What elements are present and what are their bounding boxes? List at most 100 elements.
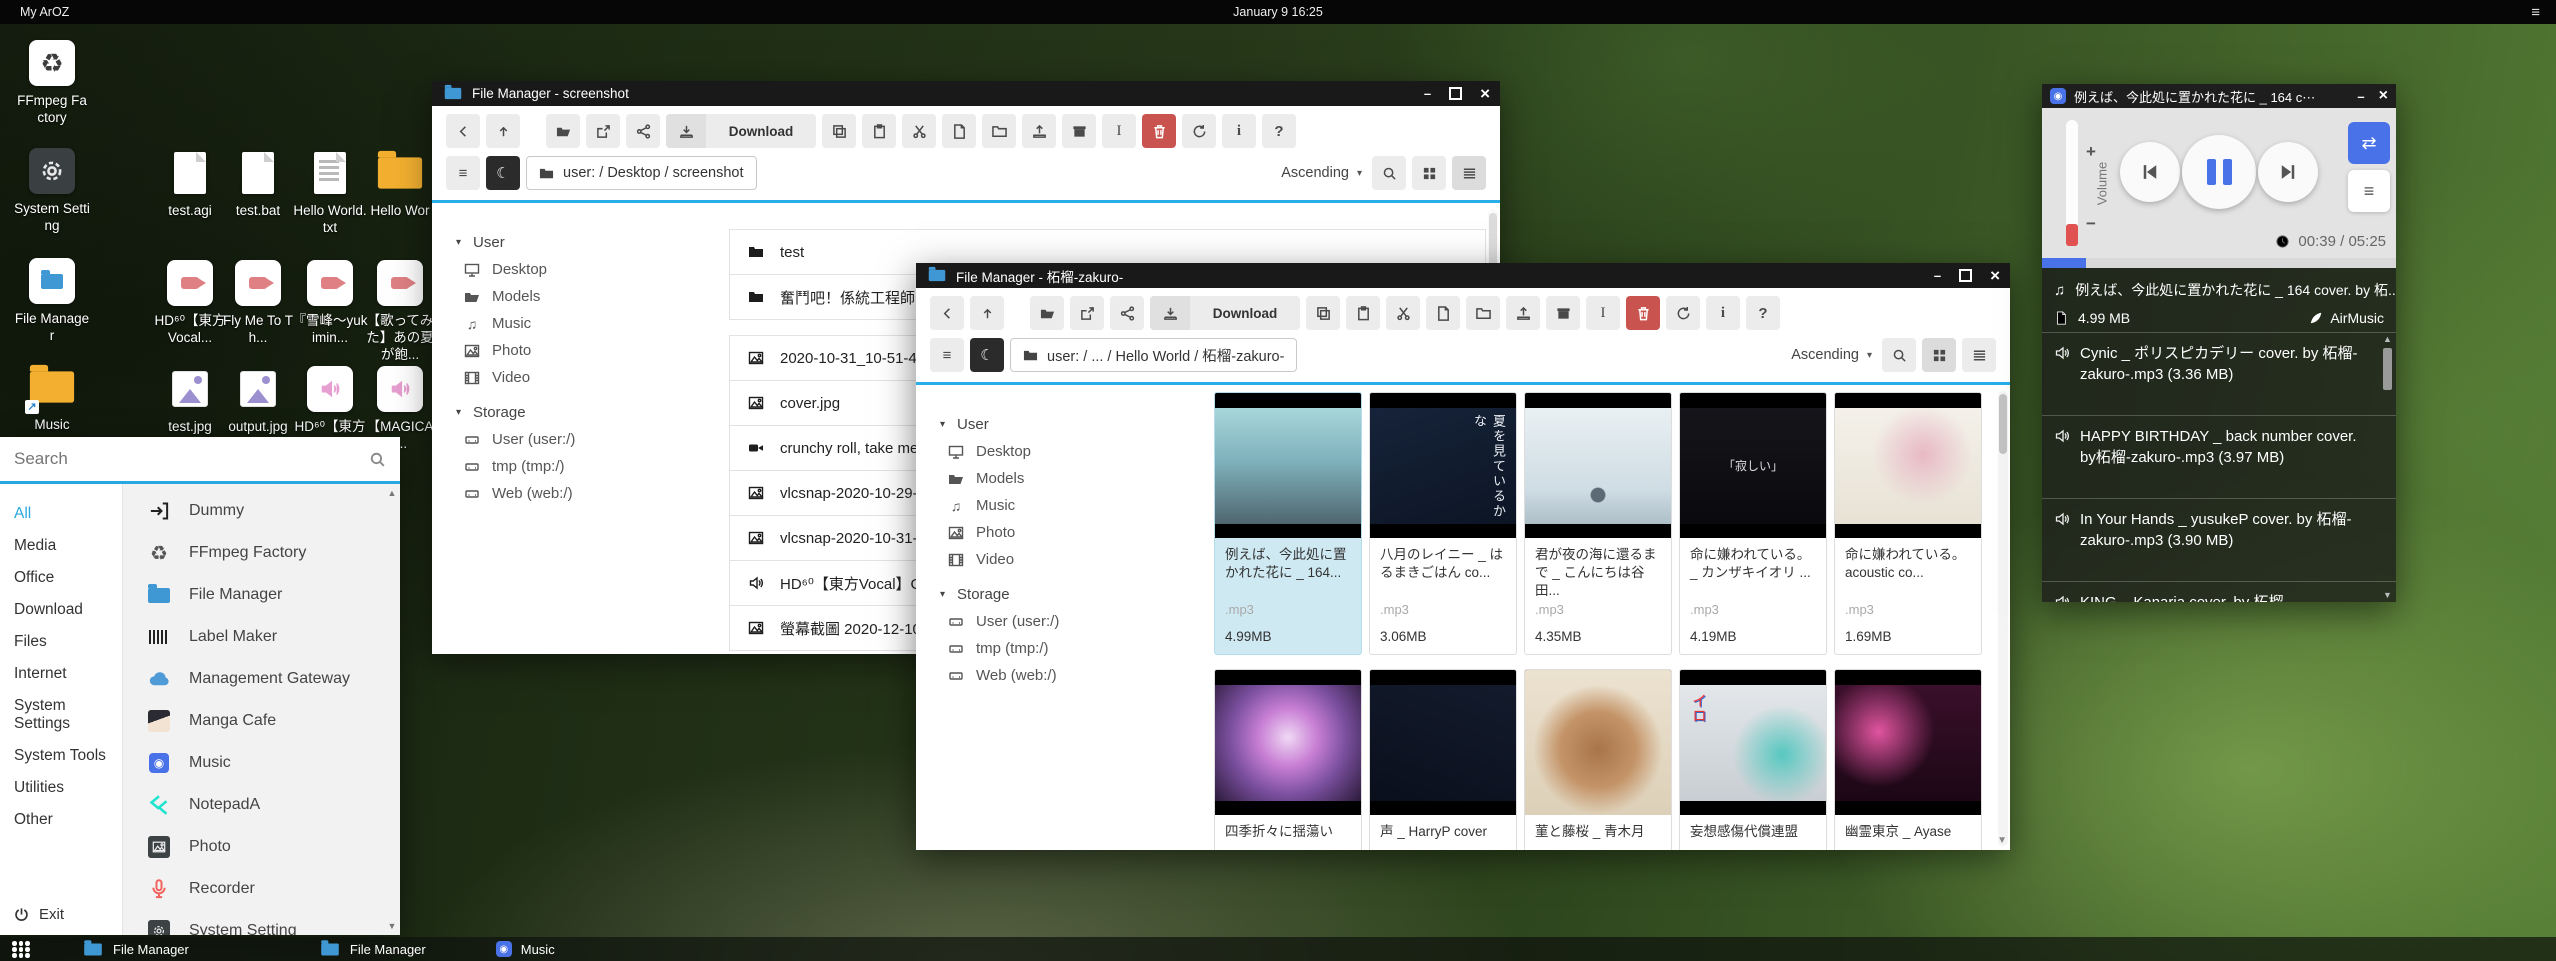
list-view-button[interactable] [1962,338,1996,372]
app-item-dummy[interactable]: Dummy [123,490,400,532]
exit-button[interactable]: Exit [14,906,64,923]
open-button[interactable] [546,114,580,148]
file-card-selected[interactable]: 例えば、今此処に置かれた花に _ 164... .mp3 4.99MB [1214,392,1362,655]
app-item-recorder[interactable]: Recorder [123,868,400,910]
close-icon[interactable]: × [1990,266,2000,286]
copy-button[interactable] [1306,296,1340,330]
app-item-manga-cafe[interactable]: Manga Cafe [123,700,400,742]
category-files[interactable]: Files [0,626,122,658]
app-item-label-maker[interactable]: Label Maker [123,616,400,658]
app-list-scrollbar[interactable]: ▲▼ [386,488,398,931]
desktop-icon-test-agi[interactable]: test.agi [152,150,228,219]
desktop-icon-ffmpeg-factory[interactable]: ♻ FFmpeg Factory [14,40,90,126]
playlist-track[interactable]: KING _ Kanaria cover. by 柘榴-zakuro-.mp3 … [2042,581,2396,602]
category-media[interactable]: Media [0,530,122,562]
menu-button[interactable]: ≡ [446,156,480,190]
app-item-notepada[interactable]: NotepadA [123,784,400,826]
sidebar-item-desktop[interactable]: Desktop [940,438,1213,465]
app-item-management-gateway[interactable]: Management Gateway [123,658,400,700]
minimize-icon[interactable]: – [1424,86,1431,101]
sidebar-item-photo[interactable]: Photo [456,337,729,364]
app-launcher-button[interactable] [12,941,34,957]
download-button[interactable]: Download [666,114,816,148]
minimize-icon[interactable]: – [2357,89,2364,104]
cut-button[interactable] [902,114,936,148]
progress-bar[interactable] [2042,258,2396,268]
taskbar-item-file-manager-2[interactable]: File Manager [319,942,426,957]
help-button[interactable]: ? [1746,296,1780,330]
desktop-icon-test-bat[interactable]: test.bat [220,150,296,219]
category-other[interactable]: Other [0,804,122,836]
desktop-icon-test-jpg[interactable]: test.jpg [152,366,228,435]
open-external-button[interactable] [586,114,620,148]
fm2-title-bar[interactable]: File Manager - 柘榴-zakuro- – × [916,263,2010,288]
upload-button[interactable] [1506,296,1540,330]
category-all[interactable]: All [0,498,122,530]
desktop-icon-video-utattemita[interactable]: 【歌ってみた】あの夏が飽... [362,260,438,363]
close-icon[interactable]: × [2379,87,2388,105]
scroll-down-icon[interactable]: ▼ [1997,835,2007,846]
fm1-title-bar[interactable]: File Manager - screenshot – × [432,81,1500,106]
new-folder-button[interactable] [982,114,1016,148]
file-card[interactable]: 声 _ HarryP cover [1369,669,1517,850]
volume-down-icon[interactable]: − [2086,214,2096,234]
file-card[interactable]: 幽霊東京 _ Ayase [1834,669,1982,850]
sidebar-section-storage[interactable]: ▾Storage [456,399,729,426]
sidebar-item-video[interactable]: Video [940,546,1213,573]
hamburger-menu-icon[interactable]: ≡ [2531,4,2540,21]
sidebar-section-user[interactable]: ▾User [940,411,1213,438]
sidebar-item-music[interactable]: ♫Music [940,492,1213,519]
file-card[interactable]: 四季折々に揺蕩い [1214,669,1362,850]
file-card[interactable]: 君が夜の海に還るまで _ こんにちは谷田... .mp3 4.35MB [1524,392,1672,655]
help-button[interactable]: ? [1262,114,1296,148]
sidebar-item-photo[interactable]: Photo [940,519,1213,546]
new-folder-button[interactable] [1466,296,1500,330]
category-system-tools[interactable]: System Tools [0,740,122,772]
fm2-scrollbar[interactable] [1998,391,2008,846]
file-card[interactable]: 「寂しい」 命に嫌われている。 _ カンザキイオリ ... .mp3 4.19M… [1679,392,1827,655]
desktop-icon-video-touhou[interactable]: HD⁶⁰【東方Vocal... [152,260,228,346]
info-button[interactable]: i [1222,114,1256,148]
playlist-scrollbar[interactable]: ▲▼ [2381,334,2394,600]
search-input[interactable] [0,449,369,469]
previous-track-button[interactable] [2120,142,2180,202]
airmusic-cast[interactable]: AirMusic [2309,310,2384,326]
category-download[interactable]: Download [0,594,122,626]
app-item-system-setting[interactable]: System Setting [123,910,400,935]
playlist-button[interactable]: ≡ [2348,170,2390,212]
delete-button[interactable] [1142,114,1176,148]
sidebar-item-models[interactable]: Models [456,283,729,310]
rename-button[interactable]: I [1102,114,1136,148]
taskbar-item-music[interactable]: ◉ Music [496,941,555,957]
maximize-icon[interactable] [1959,269,1972,282]
desktop-icon-output-jpg[interactable]: output.jpg [220,366,296,435]
download-button[interactable]: Download [1150,296,1300,330]
volume-thumb[interactable] [2066,224,2078,246]
sidebar-item-tmp-drive[interactable]: tmp (tmp:/) [456,453,729,480]
sidebar-item-web-drive[interactable]: Web (web:/) [940,662,1213,689]
sidebar-item-models[interactable]: Models [940,465,1213,492]
grid-view-button[interactable] [1922,338,1956,372]
category-office[interactable]: Office [0,562,122,594]
new-file-button[interactable] [942,114,976,148]
category-system-settings[interactable]: System Settings [0,690,122,740]
desktop-icon-file-manager[interactable]: File Manager [14,258,90,344]
category-utilities[interactable]: Utilities [0,772,122,804]
list-view-button[interactable] [1452,156,1486,190]
archive-button[interactable] [1546,296,1580,330]
open-external-button[interactable] [1070,296,1104,330]
dark-mode-moon-button[interactable]: ☾ [486,156,520,190]
desktop-icon-music-folder[interactable]: ↗ Music [14,364,90,433]
desktop-icon-video-flymetoth[interactable]: Fly Me To Th... [220,260,296,346]
copy-button[interactable] [822,114,856,148]
app-item-photo[interactable]: Photo [123,826,400,868]
sort-order-dropdown[interactable]: Ascending▾ [1281,165,1362,181]
open-button[interactable] [1030,296,1064,330]
share-button[interactable] [1110,296,1144,330]
fm1-breadcrumb[interactable]: user: / Desktop / screenshot [526,156,757,190]
refresh-button[interactable] [1666,296,1700,330]
next-track-button[interactable] [2258,142,2318,202]
new-file-button[interactable] [1426,296,1460,330]
app-item-music[interactable]: ◉ Music [123,742,400,784]
file-card[interactable]: 菫と藤桜 _ 青木月 [1524,669,1672,850]
